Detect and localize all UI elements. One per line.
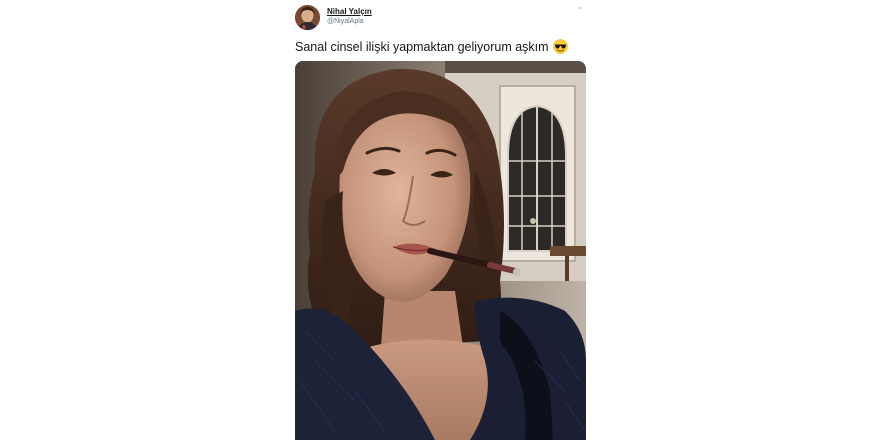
photo-selfie-icon: [295, 61, 586, 440]
avatar[interactable]: [295, 5, 320, 30]
more-dots-icon[interactable]: ··: [578, 4, 582, 13]
tweet-card: Nihal Yalçın @NiyalApla ·· Sanal cinsel …: [290, 0, 590, 440]
sunglasses-emoji-icon: [552, 39, 568, 54]
author-handle[interactable]: @NiyalApla: [327, 18, 364, 25]
tweet-photo[interactable]: [295, 61, 586, 440]
tweet-text: Sanal cinsel ilişki yapmaktan geliyorum …: [295, 39, 568, 54]
author-name[interactable]: Nihal Yalçın: [327, 7, 372, 16]
tweet-text-body: Sanal cinsel ilişki yapmaktan geliyorum …: [295, 39, 549, 54]
